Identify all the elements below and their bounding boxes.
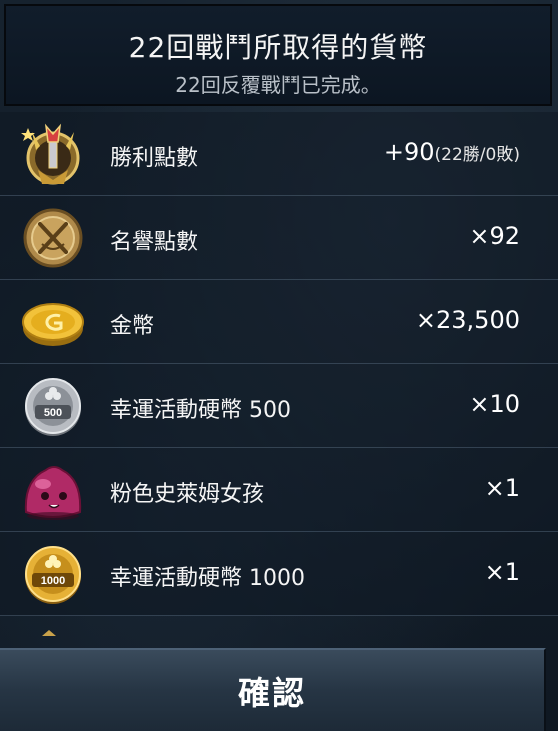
reward-amount: ×1 bbox=[484, 474, 520, 502]
reward-name: 名譽點數 bbox=[110, 230, 199, 255]
reward-amount-value: +90 bbox=[383, 138, 435, 166]
reward-amount: ×1 bbox=[484, 558, 520, 586]
honor-medal-icon bbox=[23, 208, 83, 268]
reward-name: 粉色史萊姆女孩 bbox=[110, 482, 265, 507]
reward-list[interactable]: 勝利點數 +90(22勝/0敗) 名譽點數 ×92 金幣 ×23,500 500… bbox=[0, 112, 558, 640]
reward-amount: ×23,500 bbox=[415, 306, 520, 334]
result-header: 22回戰鬥所取得的貨幣 22回反覆戰鬥已完成。 bbox=[4, 4, 552, 106]
reward-row-victory-points: 勝利點數 +90(22勝/0敗) bbox=[0, 112, 558, 196]
confirm-button-label: 確認 bbox=[237, 674, 306, 712]
gold-coin-icon bbox=[22, 303, 84, 346]
reward-amount: +90(22勝/0敗) bbox=[384, 138, 520, 166]
reward-name: 金幣 bbox=[110, 314, 155, 339]
reward-row-pink-slime: 粉色史萊姆女孩 ×1 bbox=[0, 448, 558, 532]
result-title: 22回戰鬥所取得的貨幣 bbox=[128, 31, 428, 64]
coin-1000-label: 1000 bbox=[41, 575, 65, 587]
reward-amount: ×92 bbox=[469, 222, 520, 250]
more-items-indicator bbox=[42, 630, 56, 636]
reward-name: 勝利點數 bbox=[110, 146, 199, 171]
reward-row-honor-points: 名譽點數 ×92 bbox=[0, 196, 558, 280]
result-subtitle: 22回反覆戰鬥已完成。 bbox=[175, 73, 381, 97]
reward-name: 幸運活動硬幣 1000 bbox=[110, 566, 305, 591]
victory-crest-icon bbox=[21, 123, 80, 185]
reward-row-lucky-coin-500: 500 幸運活動硬幣 500 ×10 bbox=[0, 364, 558, 448]
win-loss-record: (22勝/0敗) bbox=[434, 145, 520, 165]
coin-500-label: 500 bbox=[44, 407, 62, 419]
confirm-button[interactable]: 確認 bbox=[0, 648, 546, 731]
reward-name: 幸運活動硬幣 500 bbox=[110, 398, 291, 423]
reward-row-gold: 金幣 ×23,500 bbox=[0, 280, 558, 364]
lucky-coin-1000-icon: 1000 bbox=[25, 546, 81, 604]
lucky-coin-500-icon: 500 bbox=[25, 378, 81, 436]
reward-row-lucky-coin-1000: 1000 幸運活動硬幣 1000 ×1 bbox=[0, 532, 558, 616]
reward-amount: ×10 bbox=[469, 390, 520, 418]
pink-slime-icon bbox=[24, 466, 82, 520]
